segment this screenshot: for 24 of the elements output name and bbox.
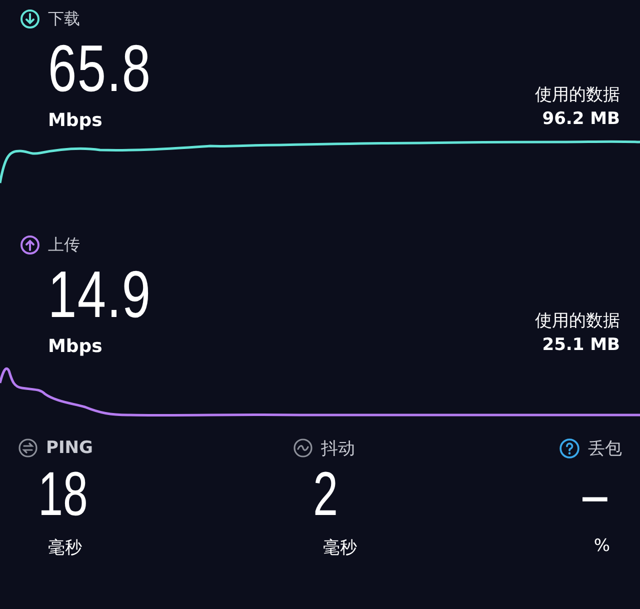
data-used-label: 使用的数据	[535, 310, 620, 333]
speed-value: 14.9	[48, 256, 152, 332]
wave-icon	[293, 438, 313, 458]
metric-value: 18	[37, 460, 89, 530]
speed-value: 65.8	[48, 30, 152, 106]
metric-unit: 毫秒	[322, 537, 358, 559]
speed-unit: Mbps	[48, 336, 102, 357]
metric-label: 抖动	[321, 438, 355, 460]
test-label: 上传	[48, 234, 80, 256]
metric-value: –	[582, 460, 608, 530]
metric-value: 2	[312, 460, 339, 530]
test-label: 下载	[48, 8, 80, 30]
help-icon[interactable]	[559, 438, 580, 458]
data-used-value: 25.1 MB	[542, 334, 620, 357]
metric-label: PING	[46, 438, 93, 458]
data-used-value: 96.2 MB	[542, 108, 620, 131]
speed-unit: Mbps	[48, 110, 102, 131]
metric-unit: 毫秒	[47, 537, 83, 559]
ping-icon	[18, 438, 38, 458]
upload-icon	[20, 235, 40, 255]
download-icon	[20, 9, 40, 29]
data-used-label: 使用的数据	[535, 84, 620, 107]
metric-label: 丢包	[588, 438, 622, 460]
metric-unit: %	[594, 536, 611, 556]
